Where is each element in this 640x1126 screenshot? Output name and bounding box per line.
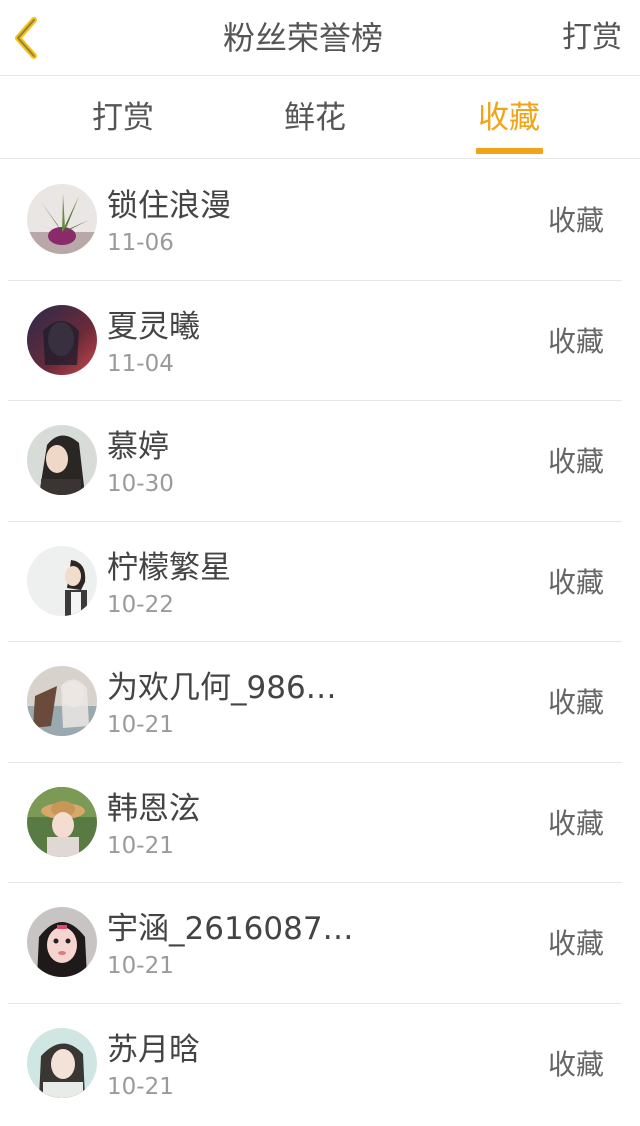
list-item[interactable]: 锁住浪漫 11-06 收藏 — [0, 160, 640, 281]
chevron-left-icon — [15, 17, 37, 59]
fan-list: 锁住浪漫 11-06 收藏 夏灵曦 11-04 收藏 慕婷 10-30 收藏 柠… — [0, 160, 640, 1124]
fan-name: 夏灵曦 — [107, 308, 200, 345]
fan-name: 为欢几何_986… — [107, 670, 337, 706]
fan-name: 慕婷 — [107, 429, 169, 465]
list-item[interactable]: 宇涵_2616087… 10-21 收藏 — [0, 883, 640, 1004]
avatar — [27, 1027, 97, 1098]
list-item[interactable]: 韩恩泫 10-21 收藏 — [0, 763, 640, 884]
tip-button[interactable]: 打赏 — [562, 0, 622, 76]
fan-name: 柠檬繁星 — [107, 549, 231, 586]
fan-date: 10-30 — [107, 471, 174, 497]
fan-name: 宇涵_2616087… — [107, 911, 354, 947]
top-nav-bar: 粉丝荣誉榜 打赏 — [0, 0, 640, 76]
list-item[interactable]: 苏月晗 10-21 收藏 — [0, 1004, 640, 1125]
avatar — [27, 304, 97, 375]
tab-tip[interactable]: 打赏 — [63, 76, 183, 159]
fan-action-label: 收藏 — [547, 686, 604, 719]
fan-date: 10-21 — [107, 712, 174, 738]
page-title: 粉丝荣誉榜 — [222, 19, 383, 57]
avatar — [27, 666, 97, 736]
list-item[interactable]: 慕婷 10-30 收藏 — [0, 401, 640, 522]
fan-action-label: 收藏 — [547, 927, 604, 960]
fan-date: 11-06 — [107, 230, 174, 256]
fan-action-label: 收藏 — [547, 1047, 604, 1081]
fan-action-label: 收藏 — [547, 806, 604, 840]
back-button[interactable] — [4, 10, 48, 66]
fan-date: 10-21 — [107, 953, 174, 979]
fan-date: 10-22 — [107, 591, 174, 618]
list-item[interactable]: 柠檬繁星 10-22 收藏 — [0, 522, 640, 643]
active-tab-indicator — [476, 148, 543, 154]
fan-date: 11-04 — [107, 350, 174, 377]
list-item[interactable]: 为欢几何_986… 10-21 收藏 — [0, 642, 640, 763]
tab-flowers[interactable]: 鲜花 — [255, 76, 375, 159]
fan-name: 苏月晗 — [107, 1031, 200, 1068]
tab-bar: 打赏 鲜花 收藏 — [0, 76, 640, 159]
fan-action-label: 收藏 — [547, 565, 604, 599]
avatar — [27, 184, 97, 254]
avatar — [27, 545, 97, 616]
fan-action-label: 收藏 — [547, 204, 604, 237]
avatar — [27, 425, 97, 495]
fan-name: 韩恩泫 — [107, 790, 200, 827]
fan-date: 10-21 — [107, 832, 174, 859]
fan-action-label: 收藏 — [547, 445, 604, 478]
fan-date: 10-21 — [107, 1073, 174, 1100]
fan-action-label: 收藏 — [547, 324, 604, 358]
list-item[interactable]: 夏灵曦 11-04 收藏 — [0, 281, 640, 402]
avatar — [27, 907, 97, 977]
fan-name: 锁住浪漫 — [107, 188, 231, 224]
tab-favorites[interactable]: 收藏 — [449, 76, 569, 159]
avatar — [27, 786, 97, 857]
